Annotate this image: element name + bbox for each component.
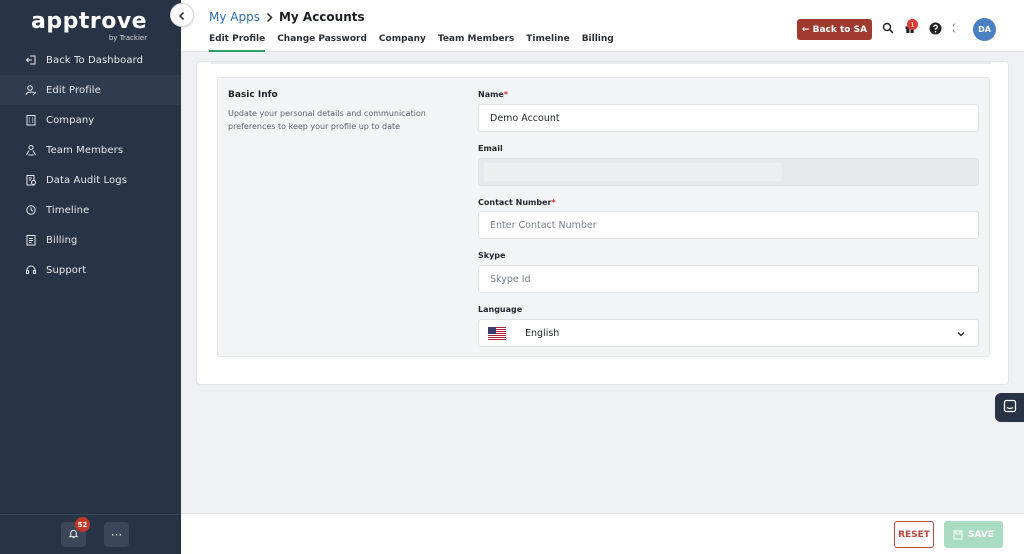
sidebar-item-label: Billing [46,234,78,246]
email-label: Email [478,144,503,153]
name-field[interactable]: Demo Account [478,104,979,132]
chat-icon [1003,398,1017,417]
tab-billing[interactable]: Billing [582,34,614,52]
logo-name: apptrove [31,9,148,34]
help-icon[interactable] [928,21,942,35]
tab-edit-profile[interactable]: Edit Profile [209,34,266,52]
email-field [478,158,979,186]
section-description: Update your personal details and communi… [228,109,426,131]
back-icon [24,53,38,67]
breadcrumb: My Apps My Accounts [209,10,365,24]
language-label: Language [478,305,523,314]
contact-number-field[interactable]: Enter Contact Number [478,211,979,239]
sidebar-item-label: Support [46,264,87,276]
search-icon[interactable] [881,21,895,35]
notification-count-badge: 52 [75,517,90,532]
us-flag-icon [488,326,506,340]
sidebar-item-label: Data Audit Logs [46,174,128,186]
chat-widget-button[interactable] [995,393,1024,422]
sidebar-item-company[interactable]: Company [0,105,181,135]
more-dots-icon: ··· [110,527,123,542]
sidebar-item-back-to-dashboard[interactable]: Back To Dashboard [0,45,181,75]
reset-button[interactable]: RESET [894,521,934,548]
dark-mode-icon[interactable] [951,21,965,35]
sidebar: apptrove by Trackier Back To Dashboard E… [0,0,181,554]
tab-timeline[interactable]: Timeline [526,34,569,52]
tab-company[interactable]: Company [379,34,426,52]
support-icon [24,263,38,277]
email-value-redacted [484,163,782,181]
sidebar-item-data-audit-logs[interactable]: Data Audit Logs [0,165,181,195]
required-mark: * [551,198,556,207]
name-label: Name* [478,90,508,99]
billing-icon [24,233,38,247]
tab-team-members[interactable]: Team Members [438,34,514,52]
avatar[interactable]: DA [973,18,996,41]
tab-change-password[interactable]: Change Password [277,34,367,52]
section-title: Basic Info [228,90,278,100]
breadcrumb-my-apps[interactable]: My Apps [209,10,260,24]
audit-log-icon [24,173,38,187]
sidebar-item-label: Company [46,114,95,126]
building-icon [24,113,38,127]
name-value: Demo Account [490,112,560,124]
back-to-sa-button[interactable]: ← Back to SA [797,19,872,40]
save-button[interactable]: SAVE [944,521,1003,548]
account-tabs: Edit Profile Change Password Company Tea… [209,34,626,52]
skype-field[interactable]: Skype Id [478,265,979,293]
user-edit-icon [24,83,38,97]
sidebar-item-label: Edit Profile [46,84,101,96]
sidebar-item-team-members[interactable]: Team Members [0,135,181,165]
sidebar-item-label: Back To Dashboard [46,54,144,66]
sidebar-item-label: Timeline [46,204,90,216]
gift-count-badge: 1 [907,19,918,30]
sidebar-nav: Back To Dashboard Edit Profile Company T… [0,45,181,285]
top-header: My Apps My Accounts Edit Profile Change … [181,0,1024,52]
contact-label-text: Contact Number [478,198,552,207]
sidebar-item-edit-profile[interactable]: Edit Profile [0,75,181,105]
name-label-text: Name [478,90,504,99]
divider [211,62,991,64]
sidebar-item-label: Team Members [46,144,124,156]
contact-number-label: Contact Number* [478,198,556,207]
more-options-button[interactable]: ··· [104,522,129,547]
logo-tagline: by Trackier [108,34,148,42]
sidebar-item-timeline[interactable]: Timeline [0,195,181,225]
timeline-icon [24,203,38,217]
sidebar-item-support[interactable]: Support [0,255,181,285]
save-icon [953,530,963,540]
collapse-sidebar-button[interactable] [170,3,194,27]
team-icon [24,143,38,157]
app-logo[interactable]: apptrove by Trackier [31,9,148,43]
chevron-right-icon [265,12,274,23]
save-label: SAVE [968,529,994,540]
contact-number-placeholder: Enter Contact Number [490,219,597,231]
form-action-bar: RESET SAVE [181,513,1024,554]
profile-card: Basic Info Update your personal details … [196,61,1009,385]
language-value: English [525,327,560,339]
sidebar-footer: 52 ··· [0,514,181,554]
basic-info-section: Basic Info Update your personal details … [217,77,990,357]
required-mark: * [503,90,509,99]
chevron-down-icon [956,329,966,342]
skype-label: Skype [478,251,506,260]
page-title: My Accounts [278,10,365,24]
language-select[interactable]: English [478,319,979,347]
chevron-left-icon [177,6,187,25]
sidebar-item-billing[interactable]: Billing [0,225,181,255]
skype-placeholder: Skype Id [490,273,531,285]
